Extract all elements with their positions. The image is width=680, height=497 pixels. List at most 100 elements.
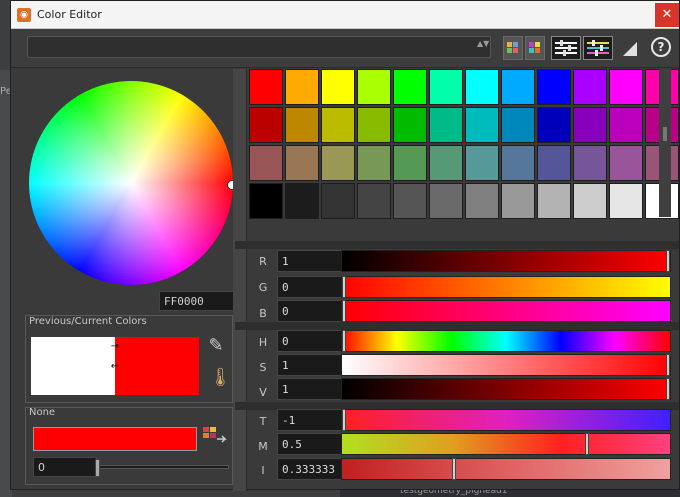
color-swatch[interactable]: [321, 69, 355, 105]
color-swatch[interactable]: [285, 183, 319, 219]
color-swatch[interactable]: [249, 183, 283, 219]
m-slider-handle[interactable]: [585, 433, 589, 455]
color-swatch[interactable]: [357, 107, 391, 143]
h-value-field[interactable]: 0: [277, 330, 347, 352]
color-swatch[interactable]: [285, 107, 319, 143]
color-swatch[interactable]: [537, 107, 571, 143]
rgb-sliders-button[interactable]: [551, 36, 581, 60]
current-color-swatch[interactable]: [115, 337, 199, 395]
splitter-handle-top[interactable]: [233, 69, 247, 251]
temperature-icon[interactable]: 🌡: [209, 367, 232, 393]
color-swatch[interactable]: [357, 145, 391, 181]
swatch-scrollbar[interactable]: [659, 69, 671, 217]
s-value-field[interactable]: 1: [277, 354, 347, 376]
color-swatch[interactable]: [501, 69, 535, 105]
color-swatch[interactable]: [393, 145, 427, 181]
color-swatch[interactable]: [537, 69, 571, 105]
color-swatch[interactable]: [501, 183, 535, 219]
color-swatch[interactable]: [573, 69, 607, 105]
r-value-field[interactable]: 1: [277, 250, 347, 272]
eyedropper-icon[interactable]: ✎: [207, 335, 225, 359]
alpha-slider-handle[interactable]: [95, 459, 100, 477]
s-slider[interactable]: [341, 354, 671, 376]
v-value-field[interactable]: 1: [277, 378, 347, 400]
i-slider-handle[interactable]: [452, 458, 457, 480]
hue-saturation-wheel[interactable]: [29, 81, 233, 285]
b-slider-handle[interactable]: [342, 300, 346, 322]
color-swatch[interactable]: [429, 183, 463, 219]
b-value-field[interactable]: 0: [277, 300, 347, 322]
none-color-swatch[interactable]: [33, 427, 197, 451]
color-swatch[interactable]: [321, 107, 355, 143]
swap-colors-icon[interactable]: → ←: [105, 337, 125, 395]
i-slider[interactable]: [341, 458, 671, 480]
v-slider-handle[interactable]: [666, 378, 670, 400]
s-slider-handle[interactable]: [666, 354, 670, 376]
r-slider-handle[interactable]: [666, 250, 670, 272]
swatch-scrollbar-thumb[interactable]: [663, 127, 667, 141]
color-swatch[interactable]: [573, 183, 607, 219]
previous-color-swatch[interactable]: [31, 337, 115, 395]
m-slider[interactable]: [341, 433, 671, 455]
corner-triangle-icon[interactable]: [623, 42, 637, 56]
color-swatch[interactable]: [249, 69, 283, 105]
hsv-sliders-button[interactable]: [583, 36, 613, 60]
title-bar[interactable]: ◉ Color Editor ✕: [11, 1, 679, 29]
palette-icon[interactable]: [201, 425, 227, 447]
none-label: None: [29, 407, 56, 418]
color-swatch[interactable]: [573, 145, 607, 181]
r-slider[interactable]: [341, 250, 671, 272]
color-swatch[interactable]: [429, 145, 463, 181]
color-swatch[interactable]: [609, 107, 643, 143]
h-slider[interactable]: [341, 330, 671, 352]
t-value-field[interactable]: -1: [277, 409, 347, 431]
color-swatch[interactable]: [429, 107, 463, 143]
g-slider[interactable]: [341, 276, 671, 298]
color-swatch[interactable]: [537, 183, 571, 219]
color-swatch[interactable]: [321, 183, 355, 219]
color-swatch[interactable]: [465, 145, 499, 181]
color-swatch[interactable]: [357, 183, 391, 219]
color-swatch[interactable]: [537, 145, 571, 181]
color-swatch[interactable]: [393, 107, 427, 143]
color-swatch[interactable]: [573, 107, 607, 143]
color-swatch[interactable]: [393, 183, 427, 219]
b-slider[interactable]: [341, 300, 671, 322]
m-value-field[interactable]: 0.5: [277, 433, 347, 455]
help-icon[interactable]: ?: [651, 37, 671, 57]
i-value-field[interactable]: 0.333333: [277, 458, 347, 480]
color-swatch[interactable]: [465, 183, 499, 219]
g-value-field[interactable]: 0: [277, 276, 347, 298]
splitter-handle-rgb[interactable]: [233, 251, 247, 331]
splitter-handle-tmi[interactable]: [233, 411, 247, 491]
grid-view-button[interactable]: [503, 36, 523, 60]
hex-color-field[interactable]: FF0000: [159, 291, 235, 311]
color-swatch[interactable]: [249, 145, 283, 181]
alpha-slider-track[interactable]: [99, 465, 229, 469]
color-swatch[interactable]: [249, 107, 283, 143]
t-slider-handle[interactable]: [342, 409, 346, 431]
color-swatch[interactable]: [501, 145, 535, 181]
splitter-handle-hsv[interactable]: [233, 331, 247, 411]
color-swatch[interactable]: [357, 69, 391, 105]
color-swatch[interactable]: [501, 107, 535, 143]
color-swatch[interactable]: [609, 145, 643, 181]
color-swatch[interactable]: [393, 69, 427, 105]
color-swatch[interactable]: [609, 183, 643, 219]
color-swatch[interactable]: [429, 69, 463, 105]
color-space-dropdown[interactable]: [27, 36, 491, 58]
color-swatch[interactable]: [609, 69, 643, 105]
color-swatch[interactable]: [285, 145, 319, 181]
v-slider[interactable]: [341, 378, 671, 400]
t-slider[interactable]: [341, 409, 671, 431]
color-swatch[interactable]: [285, 69, 319, 105]
h-slider-handle[interactable]: [342, 330, 346, 352]
alpha-value-field[interactable]: 0: [33, 457, 97, 477]
swatch-view-button[interactable]: [525, 36, 545, 60]
toolbar: ▲▼ ?: [11, 30, 679, 68]
g-slider-handle[interactable]: [342, 276, 346, 298]
color-swatch[interactable]: [321, 145, 355, 181]
color-swatch[interactable]: [465, 69, 499, 105]
color-swatch[interactable]: [465, 107, 499, 143]
close-button[interactable]: ✕: [655, 3, 679, 27]
